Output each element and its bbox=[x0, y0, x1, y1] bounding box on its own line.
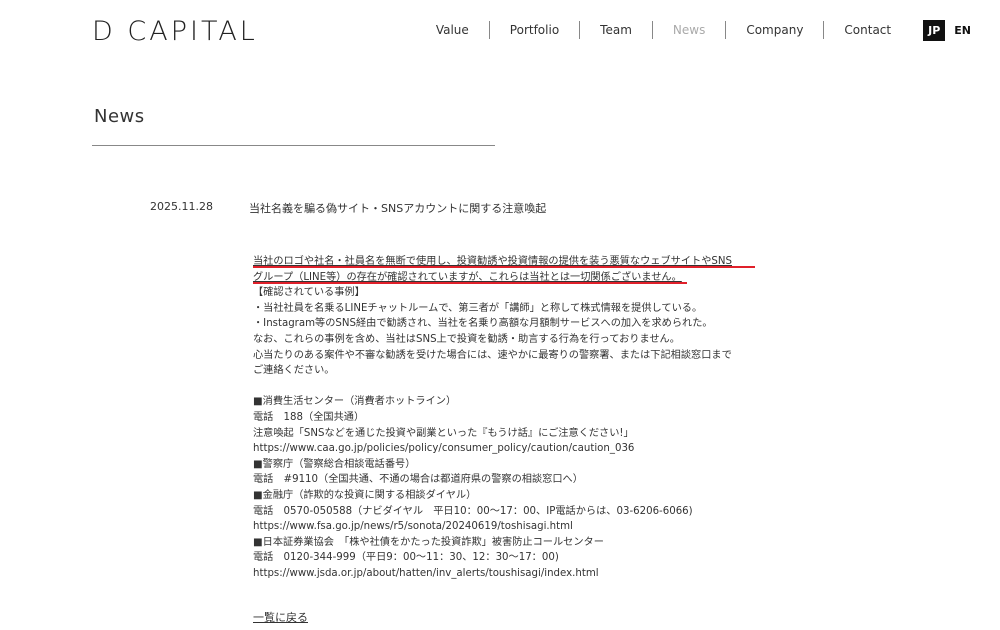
highlight-underline bbox=[253, 282, 687, 284]
main-nav: Value Portfolio Team News Company Contac… bbox=[416, 0, 976, 60]
nav-portfolio[interactable]: Portfolio bbox=[490, 23, 579, 37]
body-line: 電話 0120-344-999（平日9：00～11：30、12：30～17：00… bbox=[253, 552, 559, 564]
body-line: ■警察庁（警察総合相談電話番号） bbox=[253, 458, 416, 470]
language-switcher: JP EN bbox=[923, 19, 976, 41]
body-line: 心当たりのある案件や不審な勧誘を受けた場合には、速やかに最寄りの警察署、または下… bbox=[253, 349, 732, 361]
lang-en-button[interactable]: EN bbox=[949, 20, 976, 41]
page-title: News bbox=[94, 106, 145, 127]
body-line: 注意喚起「SNSなどを通じた投資や副業といった『もうけ話』にご注意ください!」 bbox=[253, 427, 634, 439]
body-link[interactable]: https://www.fsa.go.jp/news/r5/sonota/202… bbox=[253, 519, 763, 535]
body-line: ・Instagram等のSNS経由で勧誘され、当社を名乗り高額な月額制サービスへ… bbox=[253, 318, 713, 330]
post-body: 当社のロゴや社名・社員名を無断で使用し、投資勧誘や投資情報の提供を装う悪質なウェ… bbox=[253, 254, 763, 581]
nav-value[interactable]: Value bbox=[416, 23, 489, 37]
nav-contact[interactable]: Contact bbox=[824, 23, 911, 37]
body-link[interactable]: https://www.jsda.or.jp/about/hatten/inv_… bbox=[253, 566, 763, 582]
nav-team[interactable]: Team bbox=[580, 23, 652, 37]
title-divider bbox=[92, 145, 495, 146]
post-title: 当社名義を騙る偽サイト・SNSアカウントに関する注意喚起 bbox=[249, 202, 547, 215]
body-link[interactable]: https://www.caa.go.jp/policies/policy/co… bbox=[253, 441, 763, 457]
back-to-list-link[interactable]: 一覧に戻る bbox=[253, 609, 308, 625]
post-date: 2025.11.28 bbox=[150, 200, 213, 213]
body-line: 電話 0570-050588（ナビダイヤル 平日10：00～17：00、IP電話… bbox=[253, 505, 693, 517]
body-line: ■金融庁（詐欺的な投資に関する相談ダイヤル） bbox=[253, 489, 477, 501]
body-line: 電話 #9110（全国共通、不通の場合は都道府県の警察の相談窓口へ） bbox=[253, 474, 583, 486]
body-line: 電話 188（全国共通） bbox=[253, 411, 365, 423]
body-line: ご連絡ください。 bbox=[253, 365, 335, 377]
body-line: ■消費生活センター（消費者ホットライン） bbox=[253, 396, 457, 408]
logo[interactable]: D CAPITAL bbox=[92, 16, 258, 47]
body-line: なお、これらの事例を含め、当社はSNS上で投資を勧誘・助言する行為を行っておりま… bbox=[253, 333, 680, 345]
body-line: ・当社社員を名乗るLINEチャットルームで、第三者が「講師」と称して株式情報を提… bbox=[253, 302, 703, 314]
body-line: 【確認されている事例】 bbox=[253, 287, 365, 299]
lang-jp-button[interactable]: JP bbox=[923, 19, 946, 41]
highlight-underline bbox=[253, 266, 755, 268]
nav-news[interactable]: News bbox=[653, 23, 725, 37]
nav-company[interactable]: Company bbox=[726, 23, 823, 37]
body-line: ■日本証券業協会 「株や社債をかたった投資詐欺」被害防止コールセンター bbox=[253, 536, 604, 548]
